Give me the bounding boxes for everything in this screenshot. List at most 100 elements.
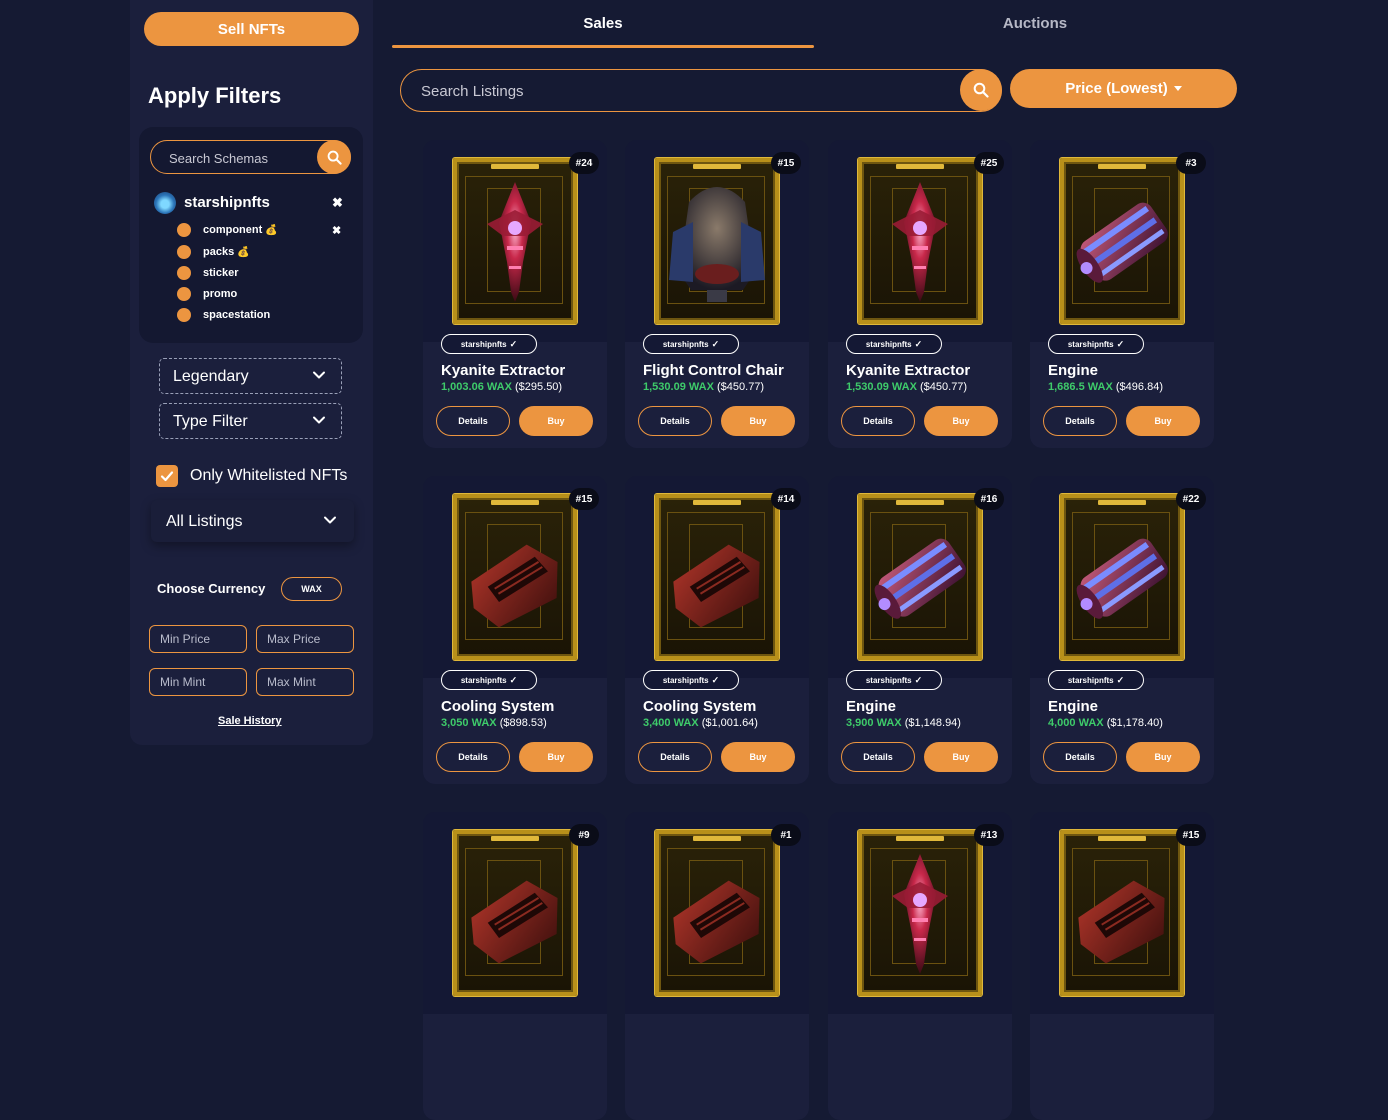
price-wax: 4,000 WAX (1048, 717, 1104, 729)
price-wax: 1,530.09 WAX (846, 381, 917, 393)
sell-nfts-button[interactable]: Sell NFTs (144, 12, 359, 46)
chevron-down-icon (313, 371, 325, 379)
listings-dropdown[interactable]: All Listings (151, 500, 354, 542)
card-info-area (828, 1014, 1012, 1120)
nft-image[interactable] (655, 158, 779, 324)
nft-image[interactable] (1060, 494, 1184, 660)
collection-pill[interactable]: starshipnfts ✓ (1048, 670, 1144, 690)
price-wax: 3,400 WAX (643, 717, 699, 729)
max-price-placeholder: Max Price (267, 632, 321, 646)
min-price-placeholder: Min Price (160, 632, 211, 646)
type-filter-dropdown[interactable]: Type Filter (159, 403, 342, 439)
remove-schema-close-icon[interactable]: ✖ (332, 224, 341, 237)
price-wax: 1,003.06 WAX (441, 381, 512, 393)
schema-filter-panel: Search Schemas starshipnfts ✖ component … (139, 127, 363, 343)
nft-card[interactable]: #1 (625, 812, 809, 1120)
nft-card[interactable]: #15 (1030, 812, 1214, 1120)
mint-number-badge: #14 (771, 488, 801, 510)
details-button[interactable]: Details (638, 742, 712, 772)
collection-filter-starshipnfts[interactable]: starshipnfts ✖ (154, 192, 349, 214)
nft-image[interactable] (1060, 830, 1184, 996)
max-mint-placeholder: Max Mint (267, 675, 316, 689)
buy-button[interactable]: Buy (519, 742, 593, 772)
buy-button[interactable]: Buy (1126, 742, 1200, 772)
buy-button[interactable]: Buy (721, 406, 795, 436)
collection-logo-icon (154, 192, 176, 214)
tab-sales[interactable]: Sales (393, 0, 813, 46)
nft-image[interactable] (453, 830, 577, 996)
schema-dot-icon (177, 245, 191, 259)
nft-card[interactable]: #15 starshipnfts ✓ Cooling System 3,050 W… (423, 476, 607, 784)
verified-check-icon: ✓ (711, 338, 720, 349)
verified-check-icon: ✓ (1116, 338, 1125, 349)
collection-pill[interactable]: starshipnfts ✓ (441, 334, 537, 354)
collection-pill[interactable]: starshipnfts ✓ (643, 670, 739, 690)
rarity-dropdown[interactable]: Legendary (159, 358, 342, 394)
nft-image[interactable] (858, 830, 982, 996)
collection-pill[interactable]: starshipnfts ✓ (846, 670, 942, 690)
nft-card[interactable]: #14 starshipnfts ✓ Cooling System 3,400 W… (625, 476, 809, 784)
nft-card[interactable]: #22 starshipnfts ✓ Engine 4,000 WAX ($1,1… (1030, 476, 1214, 784)
price-wax: 3,900 WAX (846, 717, 902, 729)
search-icon (327, 150, 342, 165)
listings-search-button[interactable] (960, 69, 1002, 111)
collection-name: starshipnfts (184, 194, 270, 211)
nft-image[interactable] (655, 830, 779, 996)
buy-button[interactable]: Buy (924, 742, 998, 772)
buy-button[interactable]: Buy (721, 742, 795, 772)
max-mint-input[interactable]: Max Mint (256, 668, 354, 696)
nft-image[interactable] (655, 494, 779, 660)
schema-dot-icon (177, 308, 191, 322)
mint-number-badge: #15 (1176, 824, 1206, 846)
min-mint-input[interactable]: Min Mint (149, 668, 247, 696)
nft-image[interactable] (858, 494, 982, 660)
details-button[interactable]: Details (638, 406, 712, 436)
caret-down-icon (1173, 86, 1182, 91)
nft-card[interactable]: #13 (828, 812, 1012, 1120)
min-price-input[interactable]: Min Price (149, 625, 247, 653)
details-button[interactable]: Details (841, 406, 915, 436)
nft-card[interactable]: #15 starshipnfts ✓ Flight Control Chair 1… (625, 140, 809, 448)
verified-check-icon: ✓ (509, 674, 518, 685)
price-usd: ($450.77) (717, 381, 765, 393)
collection-pill[interactable]: starshipnfts ✓ (846, 334, 942, 354)
buy-button[interactable]: Buy (1126, 406, 1200, 436)
collection-pill[interactable]: starshipnfts ✓ (441, 670, 537, 690)
currency-selector[interactable]: WAX (281, 577, 342, 601)
nft-card[interactable]: #9 (423, 812, 607, 1120)
remove-collection-close-icon[interactable]: ✖ (332, 195, 343, 211)
sort-dropdown-button[interactable]: Price (Lowest) (1010, 69, 1237, 108)
nft-image[interactable] (453, 494, 577, 660)
schema-search-input[interactable]: Search Schemas (150, 140, 351, 174)
nft-card[interactable]: #25 starshipnfts ✓ Kyanite Extractor 1,53… (828, 140, 1012, 448)
nft-card[interactable]: #16 starshipnfts ✓ Engine 3,900 WAX ($1,1… (828, 476, 1012, 784)
sale-history-link[interactable]: Sale History (218, 715, 282, 727)
search-icon (973, 82, 989, 98)
tab-auctions[interactable]: Auctions (825, 0, 1245, 46)
filters-sidebar: Sell NFTs Apply Filters Search Schemas s… (130, 0, 373, 745)
nft-image[interactable] (453, 158, 577, 324)
details-button[interactable]: Details (436, 406, 510, 436)
collection-pill[interactable]: starshipnfts ✓ (643, 334, 739, 354)
nft-price: 1,530.09 WAX ($450.77) (643, 381, 764, 393)
collection-pill-label: starshipnfts (1067, 339, 1114, 349)
nft-price: 1,530.09 WAX ($450.77) (846, 381, 967, 393)
details-button[interactable]: Details (1043, 742, 1117, 772)
nft-image[interactable] (858, 158, 982, 324)
schema-search-button[interactable] (317, 140, 351, 174)
min-mint-placeholder: Min Mint (160, 675, 206, 689)
nft-card[interactable]: #24 starshipnfts ✓ Kyanite Extractor 1,00… (423, 140, 607, 448)
nft-card[interactable]: #3 starshipnfts ✓ Engine 1,686.5 WAX ($49… (1030, 140, 1214, 448)
nft-image[interactable] (1060, 158, 1184, 324)
listings-search-input[interactable]: Search Listings (400, 69, 1002, 112)
details-button[interactable]: Details (1043, 406, 1117, 436)
details-button[interactable]: Details (436, 742, 510, 772)
whitelisted-checkbox[interactable] (156, 465, 178, 487)
buy-button[interactable]: Buy (519, 406, 593, 436)
max-price-input[interactable]: Max Price (256, 625, 354, 653)
collection-pill[interactable]: starshipnfts ✓ (1048, 334, 1144, 354)
details-button[interactable]: Details (841, 742, 915, 772)
schema-label: component (203, 224, 263, 236)
buy-button[interactable]: Buy (924, 406, 998, 436)
chevron-down-icon (313, 416, 325, 424)
